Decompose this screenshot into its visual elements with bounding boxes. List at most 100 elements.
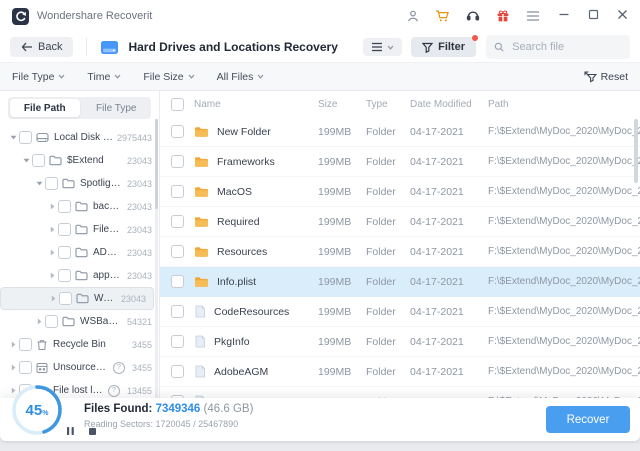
tab-file-type[interactable]: File Type — [82, 97, 152, 119]
file-path: F:\$Extend\MyDoc_2020\MyDoc_2020\M... — [488, 336, 640, 347]
time-dropdown[interactable]: Time — [87, 71, 121, 83]
table-row[interactable]: PkgInfo 199MB Folder 04-17-2021 F:\$Exte… — [160, 327, 640, 357]
expand-arrow-icon[interactable] — [8, 135, 18, 140]
filter-label: Filter — [438, 41, 465, 53]
expand-arrow-icon[interactable] — [34, 181, 44, 186]
tree-item[interactable]: Local Disk (F:) 2975443 — [0, 126, 159, 149]
tree-item[interactable]: Spotlight-V10000... 23043 — [0, 172, 159, 195]
expand-arrow-icon[interactable] — [21, 158, 31, 163]
tree-item[interactable]: Recycle Bin 3455 — [0, 333, 159, 356]
tree-checkbox[interactable] — [58, 246, 71, 259]
table-row[interactable]: AdobeAGM 199MB Folder 04-17-2021 F:\$Ext… — [160, 357, 640, 387]
table-row[interactable]: New Folder 199MB Folder 04-17-2021 F:\$E… — [160, 117, 640, 147]
row-checkbox[interactable] — [171, 125, 184, 138]
sidebar-scrollbar-thumb[interactable] — [155, 119, 158, 209]
menu-icon[interactable] — [525, 9, 540, 24]
footer-bar: 45% Files Found: 7349346 (46.6 GB) Readi… — [0, 398, 640, 441]
title-bar: Wondershare Recoverit — [0, 0, 640, 32]
select-all-checkbox[interactable] — [171, 98, 184, 111]
back-button[interactable]: Back — [10, 37, 73, 57]
column-type[interactable]: Type — [366, 99, 410, 110]
folder-icon — [75, 247, 88, 258]
row-checkbox[interactable] — [171, 335, 184, 348]
file-name: Resources — [217, 246, 267, 258]
info-icon: ? — [113, 362, 125, 374]
tree-checkbox[interactable] — [58, 269, 71, 282]
row-checkbox[interactable] — [171, 365, 184, 378]
tab-file-path[interactable]: File Path — [10, 99, 80, 117]
file-date-modified: 04-17-2021 — [410, 216, 488, 228]
tree-checkbox[interactable] — [59, 292, 72, 305]
row-checkbox[interactable] — [171, 275, 184, 288]
cart-icon[interactable] — [435, 9, 450, 24]
tree-checkbox[interactable] — [19, 361, 32, 374]
row-checkbox[interactable] — [171, 185, 184, 198]
chevron-down-icon — [58, 74, 65, 79]
expand-arrow-icon[interactable] — [48, 295, 58, 302]
table-row[interactable]: Frameworks 199MB Folder 04-17-2021 F:\$E… — [160, 147, 640, 177]
column-size[interactable]: Size — [318, 99, 366, 110]
folder-icon — [194, 246, 209, 258]
tree-item-count: 23043 — [127, 202, 152, 212]
tree-item[interactable]: WSBackupData 54321 — [0, 310, 159, 333]
row-checkbox[interactable] — [171, 215, 184, 228]
tree-checkbox[interactable] — [32, 154, 45, 167]
minimize-button[interactable] — [558, 7, 570, 25]
search-input[interactable] — [510, 40, 622, 54]
recover-button[interactable]: Recover — [546, 406, 630, 433]
tree-item[interactable]: $Extend 23043 — [0, 149, 159, 172]
file-name: AdobeAGM — [214, 366, 268, 378]
gift-icon[interactable] — [495, 9, 510, 24]
tree-item[interactable]: backupdata 23043 — [0, 195, 159, 218]
file-type: Folder — [366, 126, 410, 138]
row-checkbox[interactable] — [171, 245, 184, 258]
table-row[interactable]: Resources 199MB Folder 04-17-2021 F:\$Ex… — [160, 237, 640, 267]
table-row[interactable]: MacOS 199MB Folder 04-17-2021 F:\$Extend… — [160, 177, 640, 207]
tree-item[interactable]: ADDINS 23043 — [0, 241, 159, 264]
expand-arrow-icon[interactable] — [8, 341, 18, 348]
view-mode-button[interactable] — [363, 38, 402, 56]
search-box[interactable] — [486, 35, 630, 59]
expand-arrow-icon[interactable] — [47, 249, 57, 256]
all-files-dropdown[interactable]: All Files — [217, 71, 265, 83]
folder-tree: Local Disk (F:) 2975443 $Extend 23043 Sp… — [0, 126, 159, 402]
filter-button[interactable]: Filter — [411, 37, 476, 57]
tree-checkbox[interactable] — [19, 131, 32, 144]
expand-arrow-icon[interactable] — [34, 318, 44, 325]
column-name[interactable]: Name — [184, 99, 318, 110]
tree-checkbox[interactable] — [19, 338, 32, 351]
folder-icon — [194, 186, 209, 198]
tree-item[interactable]: Unsourced files ? 3455 — [0, 356, 159, 379]
file-size-dropdown[interactable]: File Size — [143, 71, 194, 83]
drive-icon — [36, 132, 49, 143]
tree-item[interactable]: appcompat 23043 — [0, 264, 159, 287]
account-icon[interactable] — [405, 9, 420, 24]
tree-item[interactable]: Files Lost Origi... 23043 — [0, 218, 159, 241]
support-headset-icon[interactable] — [465, 9, 480, 24]
table-scrollbar-thumb[interactable] — [634, 119, 638, 183]
table-row[interactable]: Required 199MB Folder 04-17-2021 F:\$Ext… — [160, 207, 640, 237]
tree-checkbox[interactable] — [45, 177, 58, 190]
hard-drive-icon — [100, 40, 119, 55]
expand-arrow-icon[interactable] — [47, 226, 57, 233]
maximize-button[interactable] — [588, 7, 599, 25]
expand-arrow-icon[interactable] — [8, 364, 18, 371]
folder-icon — [75, 270, 88, 281]
column-path[interactable]: Path — [488, 99, 640, 110]
reset-filters-button[interactable]: Reset — [584, 71, 628, 83]
pause-scan-button[interactable] — [66, 426, 75, 436]
row-checkbox[interactable] — [171, 155, 184, 168]
close-button[interactable] — [617, 7, 628, 25]
tree-checkbox[interactable] — [45, 315, 58, 328]
row-checkbox[interactable] — [171, 305, 184, 318]
column-date-modified[interactable]: Date Modified — [410, 99, 488, 110]
file-type-dropdown[interactable]: File Type — [12, 71, 65, 83]
expand-arrow-icon[interactable] — [47, 203, 57, 210]
table-row[interactable]: CodeResources 199MB Folder 04-17-2021 F:… — [160, 297, 640, 327]
table-row[interactable]: Info.plist 199MB Folder 04-17-2021 F:\$E… — [160, 267, 640, 297]
pause-icon — [66, 426, 75, 436]
expand-arrow-icon[interactable] — [47, 272, 57, 279]
tree-checkbox[interactable] — [58, 223, 71, 236]
tree-checkbox[interactable] — [58, 200, 71, 213]
tree-item[interactable]: Work 23043 — [0, 287, 154, 310]
